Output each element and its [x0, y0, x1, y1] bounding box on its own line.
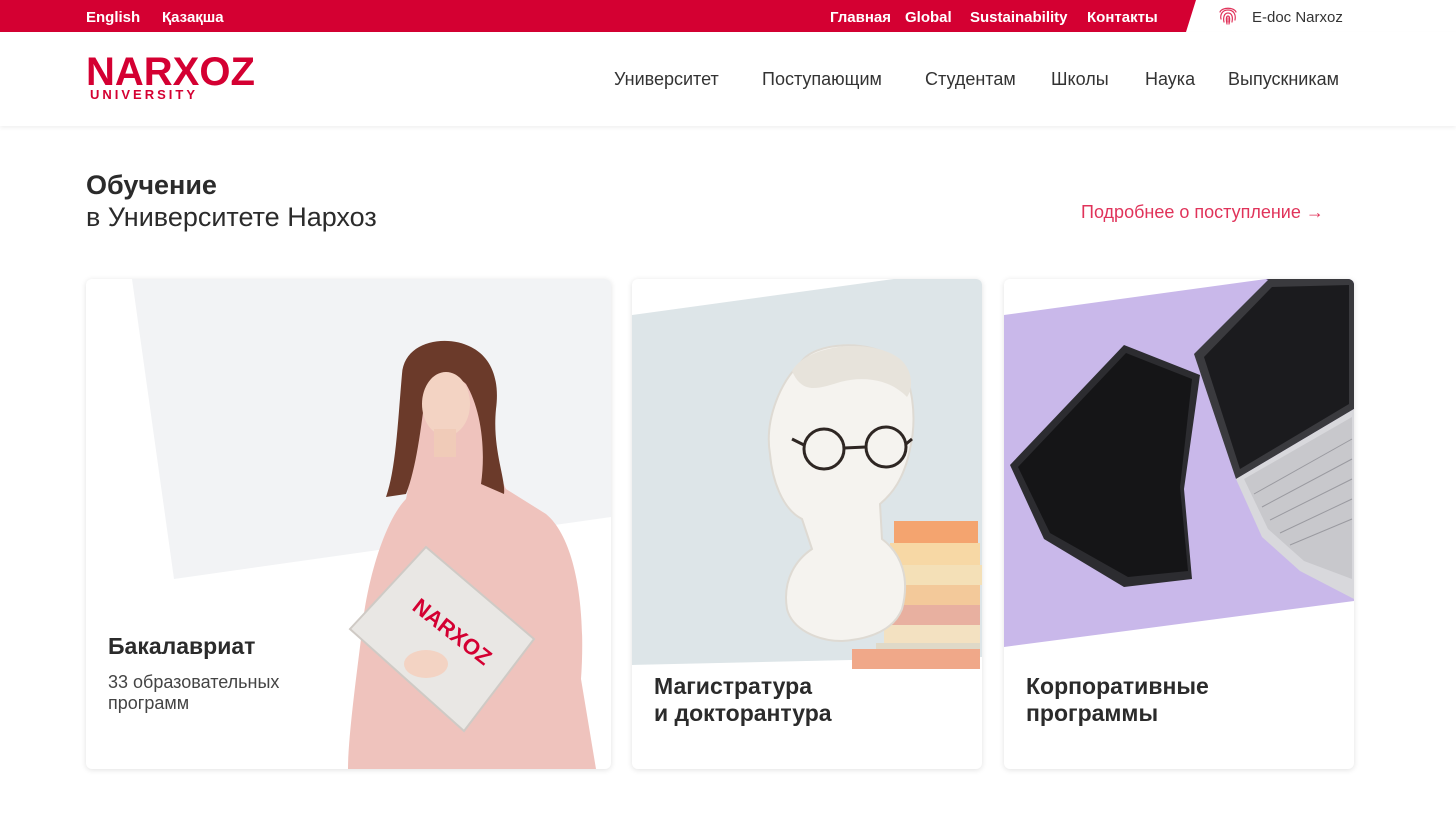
nav-students[interactable]: Студентам: [925, 69, 1016, 90]
fingerprint-icon: [1216, 3, 1240, 32]
lang-english-link[interactable]: English: [86, 9, 140, 26]
card-corporate-title: Корпоративные программы: [1026, 673, 1209, 726]
card-bachelor-title: Бакалавриат: [108, 633, 256, 659]
card-masters-title: Магистратура и докторантура: [654, 673, 832, 726]
nav-science[interactable]: Наука: [1145, 69, 1195, 90]
section-subtitle: в Университете Нархоз: [86, 202, 377, 232]
card-corporate[interactable]: Корпоративные программы: [1004, 279, 1354, 769]
top-link-home[interactable]: Главная: [830, 9, 891, 26]
main-header: NARXOZ UNIVERSITY Университет Поступающи…: [0, 32, 1456, 126]
lang-kazakh-link[interactable]: Қазақша: [162, 9, 224, 26]
top-link-contacts[interactable]: Контакты: [1087, 9, 1158, 26]
nav-schools[interactable]: Школы: [1051, 69, 1109, 90]
card-bachelor[interactable]: NARXOZ Бакалавриат 33 образовательных пр…: [86, 279, 611, 769]
logo-sub-text: UNIVERSITY: [90, 87, 199, 102]
edoc-label: E-doc Narxoz: [1252, 8, 1343, 26]
narxoz-logo[interactable]: NARXOZ UNIVERSITY: [86, 50, 276, 104]
card-masters[interactable]: Магистратура и докторантура: [632, 279, 982, 769]
nav-alumni[interactable]: Выпускникам: [1228, 69, 1339, 90]
edoc-link[interactable]: E-doc Narxoz: [1216, 5, 1343, 29]
nav-university[interactable]: Университет: [614, 69, 719, 90]
nav-applicants[interactable]: Поступающим: [762, 69, 882, 90]
top-link-sustainability[interactable]: Sustainability: [970, 9, 1068, 26]
section-title: Обучение: [86, 170, 217, 200]
card-bachelor-subtitle: 33 образовательных программ: [108, 672, 280, 713]
admission-more-link[interactable]: Подробнее о поступление →: [1081, 202, 1324, 223]
top-link-global[interactable]: Global: [905, 9, 952, 26]
